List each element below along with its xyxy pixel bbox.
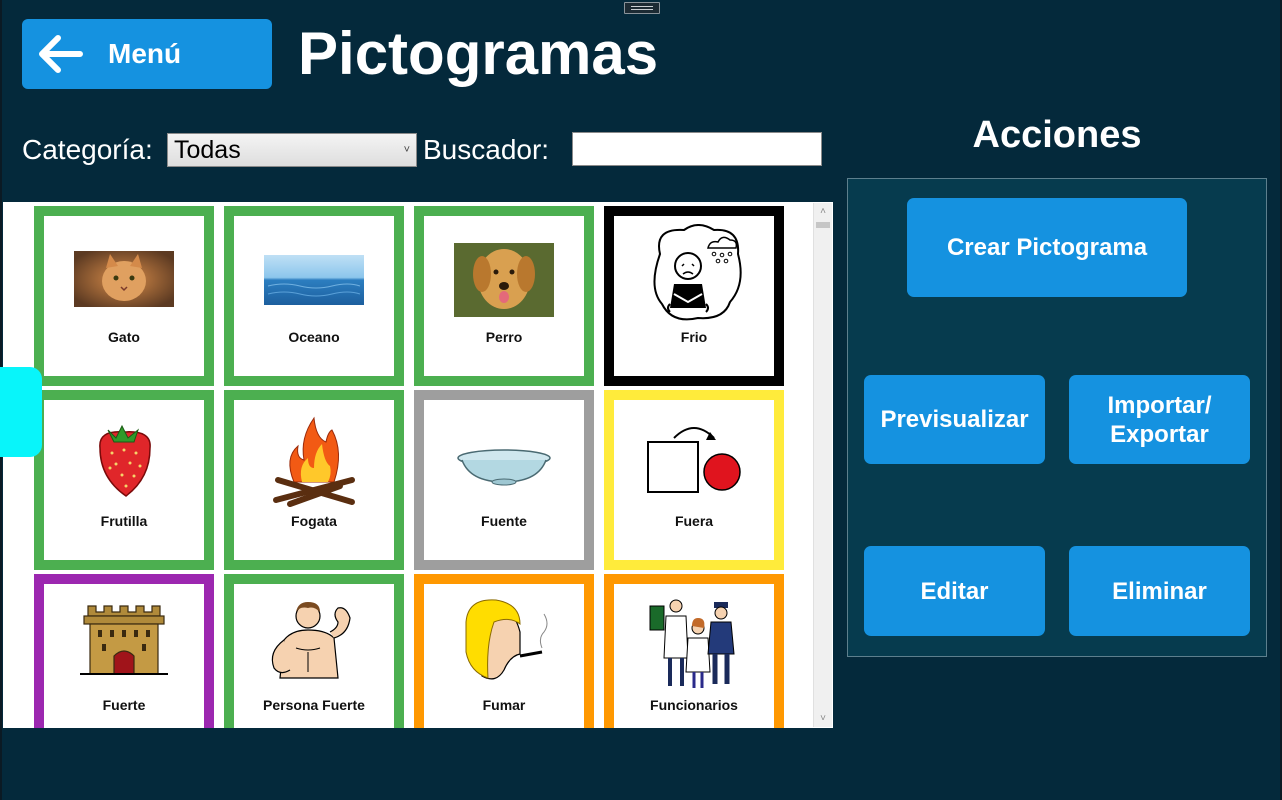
chevron-down-icon: ˅ [403, 144, 410, 156]
window-drag-handle[interactable] [624, 2, 660, 14]
preview-label: Previsualizar [880, 406, 1029, 433]
category-select-value: Todas [174, 136, 241, 164]
import-export-label-line2: Exportar [1110, 420, 1209, 448]
import-export-label-line1: Importar/ [1107, 391, 1212, 419]
castle-icon [80, 605, 168, 675]
edit-button[interactable]: Editar [864, 546, 1045, 636]
page-title: Pictogramas [298, 20, 659, 87]
cold-person-icon [653, 224, 742, 321]
pictogram-grid: Gato Oceano Perro Frio Frutilla Fogata F… [3, 202, 833, 728]
category-select[interactable]: Todas ˅ [167, 133, 417, 167]
pictogram-name: Frutilla [100, 513, 148, 529]
ocean-photo [264, 255, 364, 305]
strawberry-icon [99, 424, 151, 497]
delete-label: Eliminar [1112, 577, 1207, 605]
officials-icon [649, 599, 735, 688]
bowl-icon [457, 449, 551, 486]
scrollbar-thumb[interactable] [816, 222, 830, 228]
chevron-down-icon[interactable]: ˅ [814, 710, 832, 727]
pictogram-tile-funcionarios[interactable]: Funcionarios [604, 574, 784, 728]
edit-label: Editar [920, 577, 989, 605]
pictogram-tile-frio[interactable]: Frio [604, 206, 784, 386]
pictogram-name: Fuerte [102, 697, 146, 713]
cat-photo [74, 251, 174, 307]
pictogram-tile-persona-fuerte[interactable]: Persona Fuerte [224, 574, 404, 728]
actions-title: Acciones [972, 114, 1142, 156]
back-arrow-icon [39, 35, 83, 73]
outside-icon [647, 427, 741, 493]
pictogram-name: Persona Fuerte [263, 697, 365, 713]
smoking-icon [465, 599, 548, 680]
pictogram-name: Gato [108, 329, 140, 345]
menu-back-button[interactable]: Menú [22, 19, 272, 89]
pictogram-tile-gato[interactable]: Gato [34, 206, 214, 386]
pictogram-name: Fogata [291, 513, 337, 529]
pictogram-tile-fuente[interactable]: Fuente [414, 390, 594, 570]
chevron-up-icon[interactable]: ˄ [814, 203, 832, 220]
create-pictogram-button[interactable]: Crear Pictograma [907, 198, 1187, 297]
grid-scrollbar[interactable]: ˄ ˅ [813, 203, 832, 727]
pictogram-tile-fuera[interactable]: Fuera [604, 390, 784, 570]
side-drawer-tab[interactable] [0, 367, 42, 457]
pictogram-tile-perro[interactable]: Perro [414, 206, 594, 386]
pictogram-name: Frio [680, 329, 708, 345]
pictogram-name: Funcionarios [650, 697, 738, 713]
category-label: Categoría: [22, 134, 153, 165]
search-input[interactable] [572, 132, 822, 166]
campfire-icon [273, 416, 355, 507]
pictogram-name: Oceano [288, 329, 340, 345]
pictogram-name: Fumar [482, 697, 526, 713]
pictogram-tile-frutilla[interactable]: Frutilla [34, 390, 214, 570]
pictogram-tile-fogata[interactable]: Fogata [224, 390, 404, 570]
strong-person-icon [271, 602, 351, 679]
menu-button-label: Menú [108, 38, 182, 69]
dog-photo [454, 243, 554, 317]
search-label: Buscador: [423, 134, 550, 165]
pictogram-tile-oceano[interactable]: Oceano [224, 206, 404, 386]
create-pictogram-label: Crear Pictograma [946, 234, 1148, 261]
import-export-button[interactable]: Importar/ Exportar [1069, 375, 1250, 464]
pictogram-name: Perro [485, 329, 523, 345]
pictogram-tile-fuerte[interactable]: Fuerte [34, 574, 214, 728]
delete-button[interactable]: Eliminar [1069, 546, 1250, 636]
pictogram-name: Fuera [674, 513, 714, 529]
pictogram-name: Fuente [481, 513, 527, 529]
preview-button[interactable]: Previsualizar [864, 375, 1045, 464]
pictogram-tile-fumar[interactable]: Fumar [414, 574, 594, 728]
